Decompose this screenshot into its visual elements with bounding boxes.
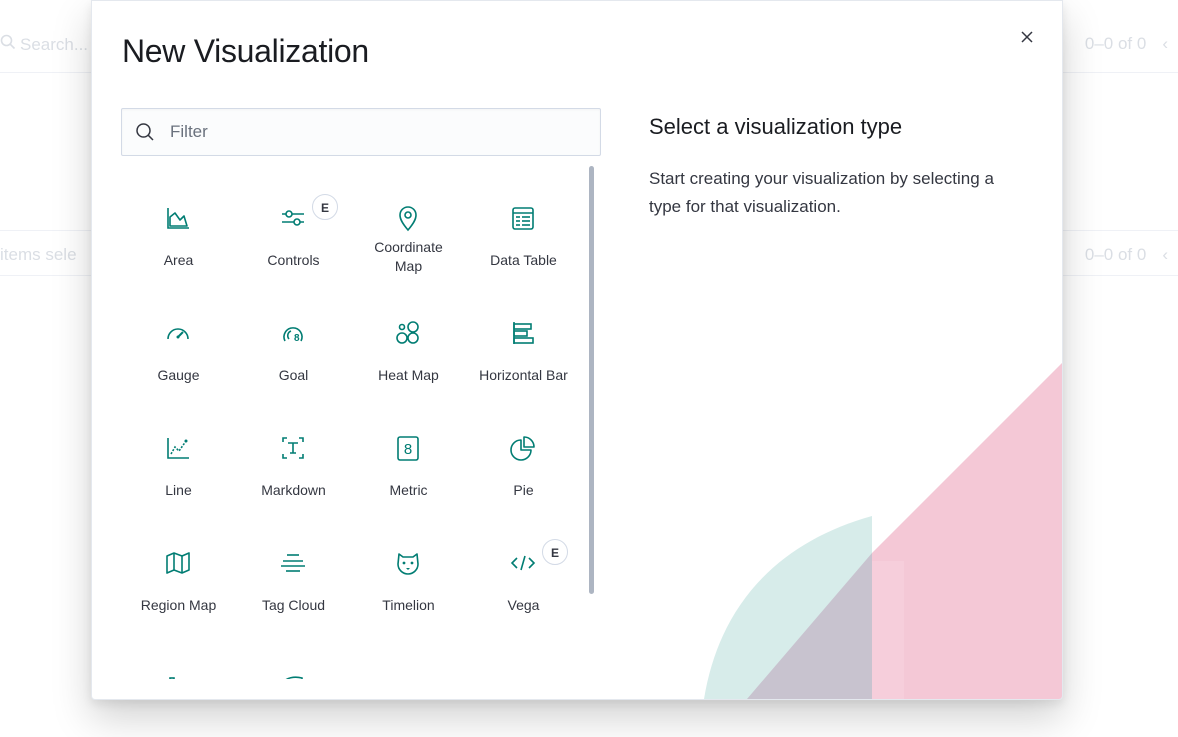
pager-text: 0–0 of 0: [1084, 34, 1147, 53]
vis-type-data-table[interactable]: Data Table: [466, 166, 581, 281]
pie-chart-icon: [508, 433, 538, 463]
timelion-icon: [393, 548, 423, 578]
data-table-icon: [508, 203, 538, 233]
metric-icon: 8: [393, 433, 423, 463]
vis-type-markdown[interactable]: Markdown: [236, 396, 351, 511]
vis-type-vega[interactable]: Vega E: [466, 511, 581, 626]
vis-type-tag-cloud[interactable]: Tag Cloud: [236, 511, 351, 626]
vis-type-label: Metric: [389, 482, 428, 498]
vis-type-pie[interactable]: Pie: [466, 396, 581, 511]
vis-type-metric[interactable]: 8 Metric: [351, 396, 466, 511]
filter-field[interactable]: [121, 108, 601, 156]
tag-cloud-icon: [278, 548, 308, 578]
background-search-text: Search...: [20, 34, 89, 54]
close-button[interactable]: [1018, 28, 1036, 46]
experimental-badge: E: [542, 539, 568, 565]
vis-type-partial-16[interactable]: [121, 626, 236, 679]
background-items-selected: items sele: [0, 245, 77, 264]
vis-type-label: Heat Map: [378, 367, 439, 383]
vis-type-goal[interactable]: 8 Goal: [236, 281, 351, 396]
vis-type-horizontal-bar[interactable]: Horizontal Bar: [466, 281, 581, 396]
search-icon: [135, 122, 155, 142]
filter-input[interactable]: [168, 109, 592, 155]
chevron-left-icon: ‹: [1162, 245, 1168, 264]
close-icon: [1021, 31, 1033, 43]
vis-type-partial-17[interactable]: [236, 626, 351, 679]
vis-type-heat-map[interactable]: Heat Map: [351, 281, 466, 396]
background-search: Search...: [0, 34, 88, 55]
modal-title: New Visualization: [122, 33, 369, 69]
vis-type-label: Gauge: [157, 367, 200, 383]
heat-map-icon: [393, 318, 423, 348]
svg-text:8: 8: [294, 333, 300, 344]
vis-type-label: Area: [163, 252, 194, 268]
experimental-badge: E: [312, 194, 338, 220]
region-map-icon: [163, 548, 193, 578]
gauge-icon: [163, 318, 193, 348]
new-visualization-modal: New Visualization Area Controls E Coordinat…: [91, 0, 1063, 700]
description-text: Start creating your visualization by sel…: [649, 169, 994, 216]
vis-type-label: Goal: [278, 367, 309, 383]
chevron-left-icon: ‹: [1162, 34, 1168, 53]
vis-type-label: Vega: [507, 597, 540, 613]
area-chart-icon: [163, 203, 193, 233]
vertical-bar-icon: [163, 668, 193, 679]
vis-type-line[interactable]: Line: [121, 396, 236, 511]
vis-type-label: Coordinate Map: [374, 239, 443, 274]
vis-type-label: Tag Cloud: [261, 597, 326, 613]
markdown-icon: [278, 433, 308, 463]
pager-text: 0–0 of 0: [1084, 245, 1147, 264]
vis-type-label: Region Map: [140, 597, 217, 613]
vis-type-label: Line: [165, 482, 192, 498]
background-pager-bottom: 0–0 of 0 ‹: [1085, 245, 1168, 265]
line-chart-icon: [163, 433, 193, 463]
background-pager-top: 0–0 of 0 ‹: [1085, 34, 1168, 54]
vis-type-label: Markdown: [261, 482, 326, 498]
scrollbar[interactable]: [589, 166, 594, 594]
vega-code-icon: [508, 548, 538, 578]
vis-type-coordinate-map[interactable]: Coordinate Map: [351, 166, 466, 281]
horizontal-bar-icon: [508, 318, 538, 348]
vis-type-label: Timelion: [382, 597, 435, 613]
visualization-type-list: Area Controls E Coordinate Map Data Table Gau…: [121, 166, 595, 679]
goal-icon: 8: [278, 318, 308, 348]
vis-type-region-map[interactable]: Region Map: [121, 511, 236, 626]
decorative-illustration: [704, 363, 1062, 699]
map-pin-icon: [393, 203, 423, 233]
vis-type-timelion[interactable]: Timelion: [351, 511, 466, 626]
vis-type-label: Data Table: [490, 252, 557, 268]
visual-builder-icon: [278, 668, 308, 679]
vis-type-area[interactable]: Area: [121, 166, 236, 281]
vis-type-label: Pie: [513, 482, 534, 498]
vis-type-controls[interactable]: Controls E: [236, 166, 351, 281]
search-icon: [0, 34, 16, 55]
description-title: Select a visualization type: [649, 114, 903, 139]
controls-icon: [278, 203, 308, 233]
svg-text:8: 8: [404, 441, 412, 458]
vis-type-gauge[interactable]: Gauge: [121, 281, 236, 396]
vis-type-label: Horizontal Bar: [479, 367, 568, 383]
vis-type-label: Controls: [267, 252, 320, 268]
